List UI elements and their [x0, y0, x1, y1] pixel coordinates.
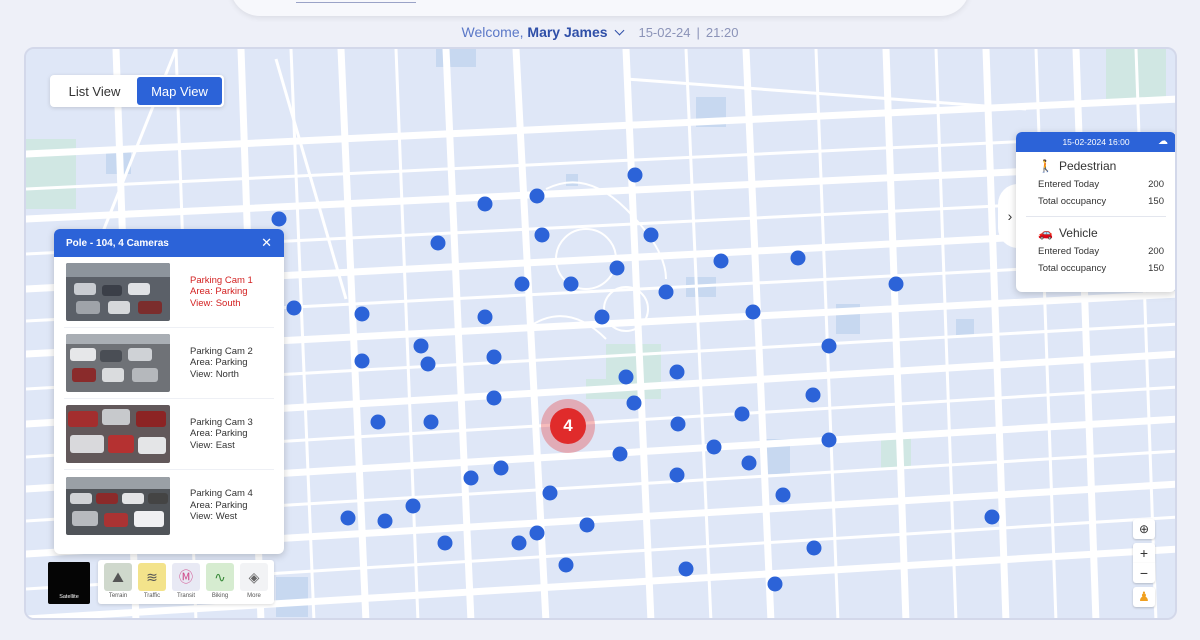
chevron-down-icon[interactable]	[614, 25, 625, 36]
camera-name: Parking Cam 3	[190, 416, 253, 428]
transit-icon: Ⓜ	[172, 563, 200, 591]
vehicle-occupancy-row: Total occupancy 150	[1038, 260, 1164, 277]
camera-area: Area: Parking	[190, 428, 248, 440]
entered-label: Entered Today	[1038, 179, 1100, 190]
pole-panel-header: Pole - 104, 4 Cameras ✕	[54, 229, 284, 257]
chevron-right-icon[interactable]: ›	[1008, 208, 1013, 224]
layer-traffic[interactable]: ≋ Traffic	[135, 563, 169, 604]
walking-person-icon: 🚶	[1038, 159, 1053, 173]
terrain-icon: ⛰	[104, 563, 132, 591]
map-layer-bar: Satellite ⛰ Terrain ≋ Traffic Ⓜ Transit …	[48, 560, 274, 604]
pedestrian-entered-row: Entered Today 200	[1038, 176, 1164, 193]
camera-view: View: South	[190, 297, 241, 309]
camera-info: Parking Cam 2 Area: Parking View: North	[190, 346, 253, 381]
pill-underline	[296, 2, 416, 3]
camera-list-item[interactable]: Parking Cam 2 Area: Parking View: North	[64, 328, 274, 399]
camera-area: Area: Parking	[190, 499, 248, 511]
biking-icon: ∿	[206, 563, 234, 591]
layer-label: Biking	[211, 593, 229, 599]
layer-more[interactable]: ◈ More	[237, 563, 271, 604]
close-icon[interactable]: ✕	[261, 235, 272, 251]
layer-options: ⛰ Terrain ≋ Traffic Ⓜ Transit ∿ Biking ◈…	[98, 560, 274, 604]
vehicle-section: 🚗 Vehicle Entered Today 200 Total occupan…	[1016, 219, 1175, 277]
entered-label: Entered Today	[1038, 246, 1100, 257]
header-time: 21:20	[705, 25, 739, 40]
map-view[interactable]: List View Map View 4 Pole - 104, 4 Camer…	[24, 47, 1177, 620]
header-separator: |	[696, 25, 700, 40]
layer-label: Transit	[176, 593, 196, 599]
camera-cluster-marker[interactable]: 4	[541, 399, 595, 453]
camera-list-item[interactable]: Parking Cam 4 Area: Parking View: West	[64, 470, 274, 541]
camera-info: Parking Cam 3 Area: Parking View: East	[190, 417, 253, 452]
traffic-icon: ≋	[138, 563, 166, 591]
top-search-pill	[230, 0, 970, 16]
stats-datetime: 15-02-2024 16:00	[1062, 137, 1130, 147]
welcome-bar: Welcome, Mary James 15-02-24 | 21:20	[0, 24, 1200, 40]
camera-area: Area: Parking	[190, 286, 248, 298]
car-icon: 🚗	[1038, 226, 1053, 240]
satellite-layer-button[interactable]: Satellite	[48, 562, 90, 604]
camera-list-item[interactable]: Parking Cam 1 Area: Parking View: South	[64, 257, 274, 328]
camera-info: Parking Cam 1 Area: Parking View: South	[190, 275, 253, 310]
stats-header: 15-02-2024 16:00 ☁	[1016, 132, 1175, 152]
occupancy-value: 150	[1148, 263, 1164, 274]
pedestrian-title: 🚶 Pedestrian	[1038, 159, 1164, 173]
layer-transit[interactable]: Ⓜ Transit	[169, 563, 203, 604]
list-view-tab[interactable]: List View	[52, 77, 137, 105]
pedestrian-occupancy-row: Total occupancy 150	[1038, 193, 1164, 210]
entered-value: 200	[1148, 246, 1164, 257]
layer-label: Traffic	[143, 593, 161, 599]
camera-view: View: West	[190, 511, 238, 523]
pole-title: Pole - 104, 4 Cameras	[66, 237, 169, 249]
layer-label: Terrain	[108, 593, 128, 599]
stats-divider	[1026, 216, 1166, 217]
camera-list-item[interactable]: Parking Cam 3 Area: Parking View: East	[64, 399, 274, 470]
camera-view: View: North	[190, 368, 239, 380]
vehicle-label: Vehicle	[1058, 226, 1098, 240]
pegman-icon[interactable]: ♟	[1133, 587, 1155, 607]
welcome-prefix: Welcome,	[461, 24, 524, 40]
entered-value: 200	[1148, 179, 1164, 190]
camera-view: View: East	[190, 439, 235, 451]
occupancy-stats-card: 15-02-2024 16:00 ☁ 🚶 Pedestrian Entered …	[1016, 132, 1175, 292]
occupancy-label: Total occupancy	[1038, 196, 1107, 207]
layer-label: More	[247, 593, 261, 599]
zoom-in-button[interactable]: +	[1133, 543, 1155, 563]
layer-biking[interactable]: ∿ Biking	[203, 563, 237, 604]
layer-terrain[interactable]: ⛰ Terrain	[101, 563, 135, 604]
camera-area: Area: Parking	[190, 357, 248, 369]
vehicle-title: 🚗 Vehicle	[1038, 226, 1164, 240]
camera-name: Parking Cam 4	[190, 488, 253, 500]
vehicle-entered-row: Entered Today 200	[1038, 243, 1164, 260]
map-view-tab[interactable]: Map View	[137, 77, 222, 105]
camera-name: Parking Cam 2	[190, 345, 253, 357]
locate-icon[interactable]: ⊕	[1133, 519, 1155, 539]
pole-cameras-panel: Pole - 104, 4 Cameras ✕ Parking Cam 1 Ar…	[54, 229, 284, 554]
pedestrian-section: 🚶 Pedestrian Entered Today 200 Total occu…	[1016, 152, 1175, 210]
view-toggle: List View Map View	[50, 75, 224, 107]
map-controls: ⊕ + − ♟	[1133, 519, 1155, 607]
camera-thumbnail[interactable]	[66, 263, 170, 321]
camera-thumbnail[interactable]	[66, 476, 170, 535]
camera-name: Parking Cam 1	[190, 274, 253, 286]
cluster-count: 4	[550, 408, 586, 444]
occupancy-label: Total occupancy	[1038, 263, 1107, 274]
header-date: 15-02-24	[638, 25, 691, 40]
zoom-out-button[interactable]: −	[1133, 563, 1155, 583]
layers-icon: ◈	[240, 563, 268, 591]
camera-info: Parking Cam 4 Area: Parking View: West	[190, 488, 253, 523]
pedestrian-label: Pedestrian	[1058, 159, 1117, 173]
cloud-sun-icon: ☁	[1158, 136, 1168, 147]
camera-thumbnail[interactable]	[66, 334, 170, 392]
user-name-dropdown[interactable]: Mary James	[527, 24, 607, 40]
occupancy-value: 150	[1148, 196, 1164, 207]
camera-thumbnail[interactable]	[66, 405, 170, 463]
